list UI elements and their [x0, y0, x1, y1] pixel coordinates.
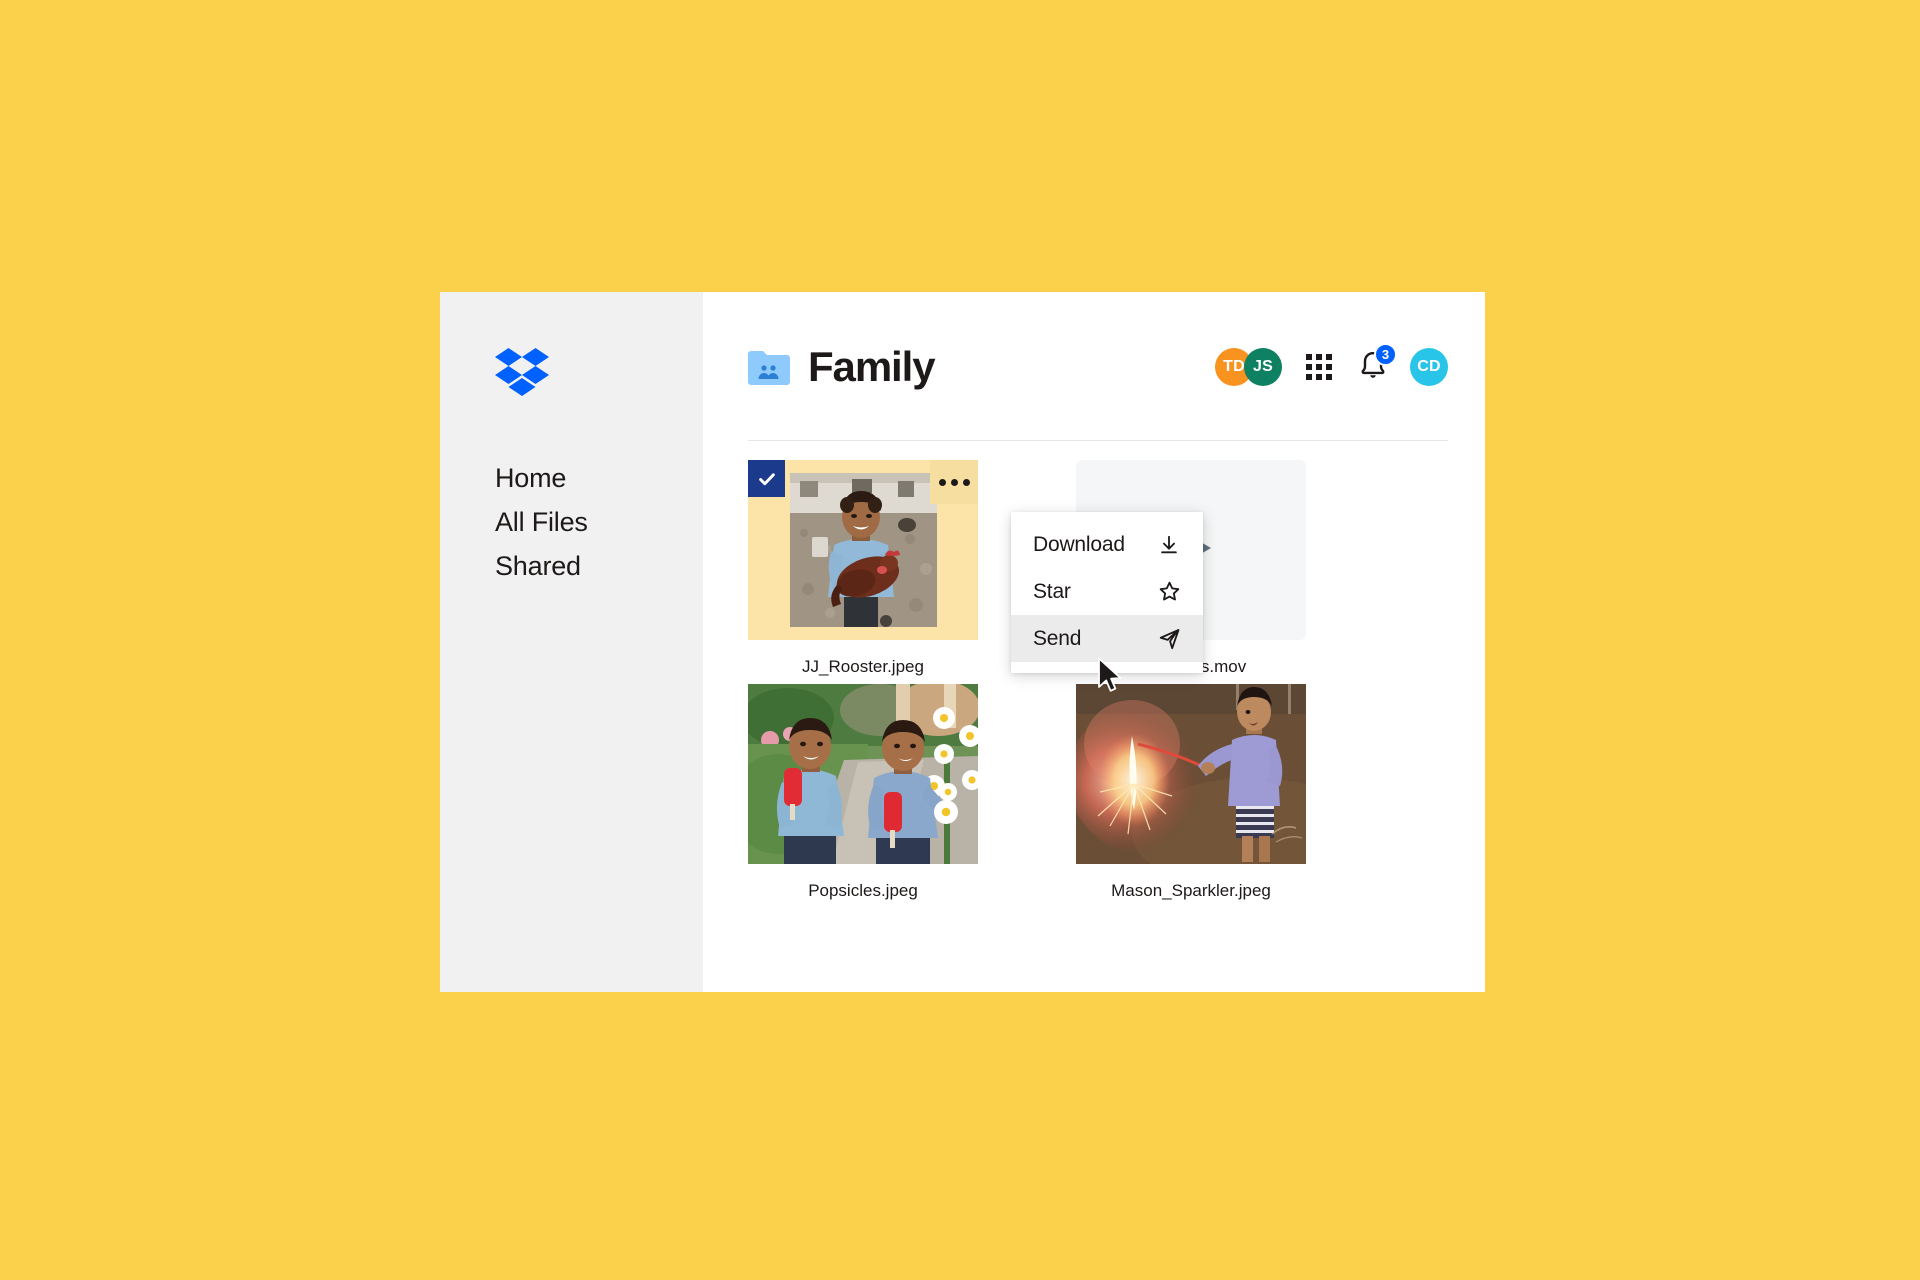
- header-divider: [748, 440, 1448, 441]
- dropbox-logo[interactable]: [495, 348, 549, 398]
- photo-popsicles: [748, 684, 978, 864]
- file-card-jj-rooster[interactable]: JJ_Rooster.jpeg: [748, 460, 978, 678]
- avatar-js[interactable]: JS: [1244, 348, 1282, 386]
- menu-item-download[interactable]: Download: [1011, 521, 1203, 568]
- sidebar-item-shared[interactable]: Shared: [495, 544, 588, 588]
- notifications-button[interactable]: 3: [1358, 343, 1397, 386]
- file-card-mason-sparkler[interactable]: Mason_Sparkler.jpeg: [1076, 684, 1306, 902]
- photo-mason-sparkler: [1076, 684, 1306, 864]
- menu-item-send[interactable]: Send: [1011, 615, 1203, 662]
- avatar-initials: TD: [1223, 358, 1245, 375]
- sidebar-item-label: Shared: [495, 551, 581, 581]
- menu-item-star[interactable]: Star: [1011, 568, 1203, 615]
- file-name-label: Popsicles.jpeg: [808, 881, 918, 900]
- sidebar-item-home[interactable]: Home: [495, 456, 588, 500]
- more-options-icon[interactable]: [930, 460, 978, 504]
- status-badge: 3: [1374, 343, 1397, 366]
- page-title: Family: [808, 343, 936, 390]
- app-window: Home All Files Shared Family TD JS 3 CD …: [440, 292, 1485, 992]
- send-icon: [1157, 627, 1181, 651]
- download-icon: [1157, 533, 1181, 557]
- menu-item-label: Star: [1033, 579, 1071, 603]
- photo-jj-rooster: [789, 473, 937, 627]
- avatar-cd[interactable]: CD: [1410, 348, 1448, 386]
- sidebar-nav: Home All Files Shared: [495, 456, 588, 588]
- star-icon: [1157, 580, 1181, 604]
- sidebar-item-label: Home: [495, 463, 567, 493]
- check-icon: [758, 472, 775, 485]
- content-header: Family TD JS 3 CD: [748, 336, 1448, 398]
- sidebar-item-all-files[interactable]: All Files: [495, 500, 588, 544]
- thumbnail-frame[interactable]: [1076, 684, 1306, 864]
- sidebar-item-label: All Files: [495, 507, 588, 537]
- thumbnail-frame[interactable]: [748, 684, 978, 864]
- avatar-initials: CD: [1417, 358, 1441, 375]
- menu-item-label: Send: [1033, 626, 1082, 650]
- selection-checkbox[interactable]: [748, 460, 785, 497]
- menu-item-label: Download: [1033, 532, 1125, 556]
- thumbnail-frame[interactable]: [748, 460, 978, 640]
- file-name-label: Mason_Sparkler.jpeg: [1111, 881, 1271, 900]
- context-menu: Download Star Send: [1011, 512, 1203, 673]
- file-card-popsicles[interactable]: Popsicles.jpeg: [748, 684, 978, 902]
- sidebar: Home All Files Shared: [440, 292, 703, 992]
- bell-icon: [1358, 352, 1388, 386]
- apps-grid-icon[interactable]: [1306, 354, 1332, 380]
- header-actions: TD JS 3 CD: [1215, 343, 1448, 386]
- folder-title-group: Family: [748, 318, 936, 416]
- file-name-label: JJ_Rooster.jpeg: [802, 657, 924, 676]
- avatar-initials: JS: [1253, 358, 1273, 375]
- shared-folder-icon: [748, 349, 790, 385]
